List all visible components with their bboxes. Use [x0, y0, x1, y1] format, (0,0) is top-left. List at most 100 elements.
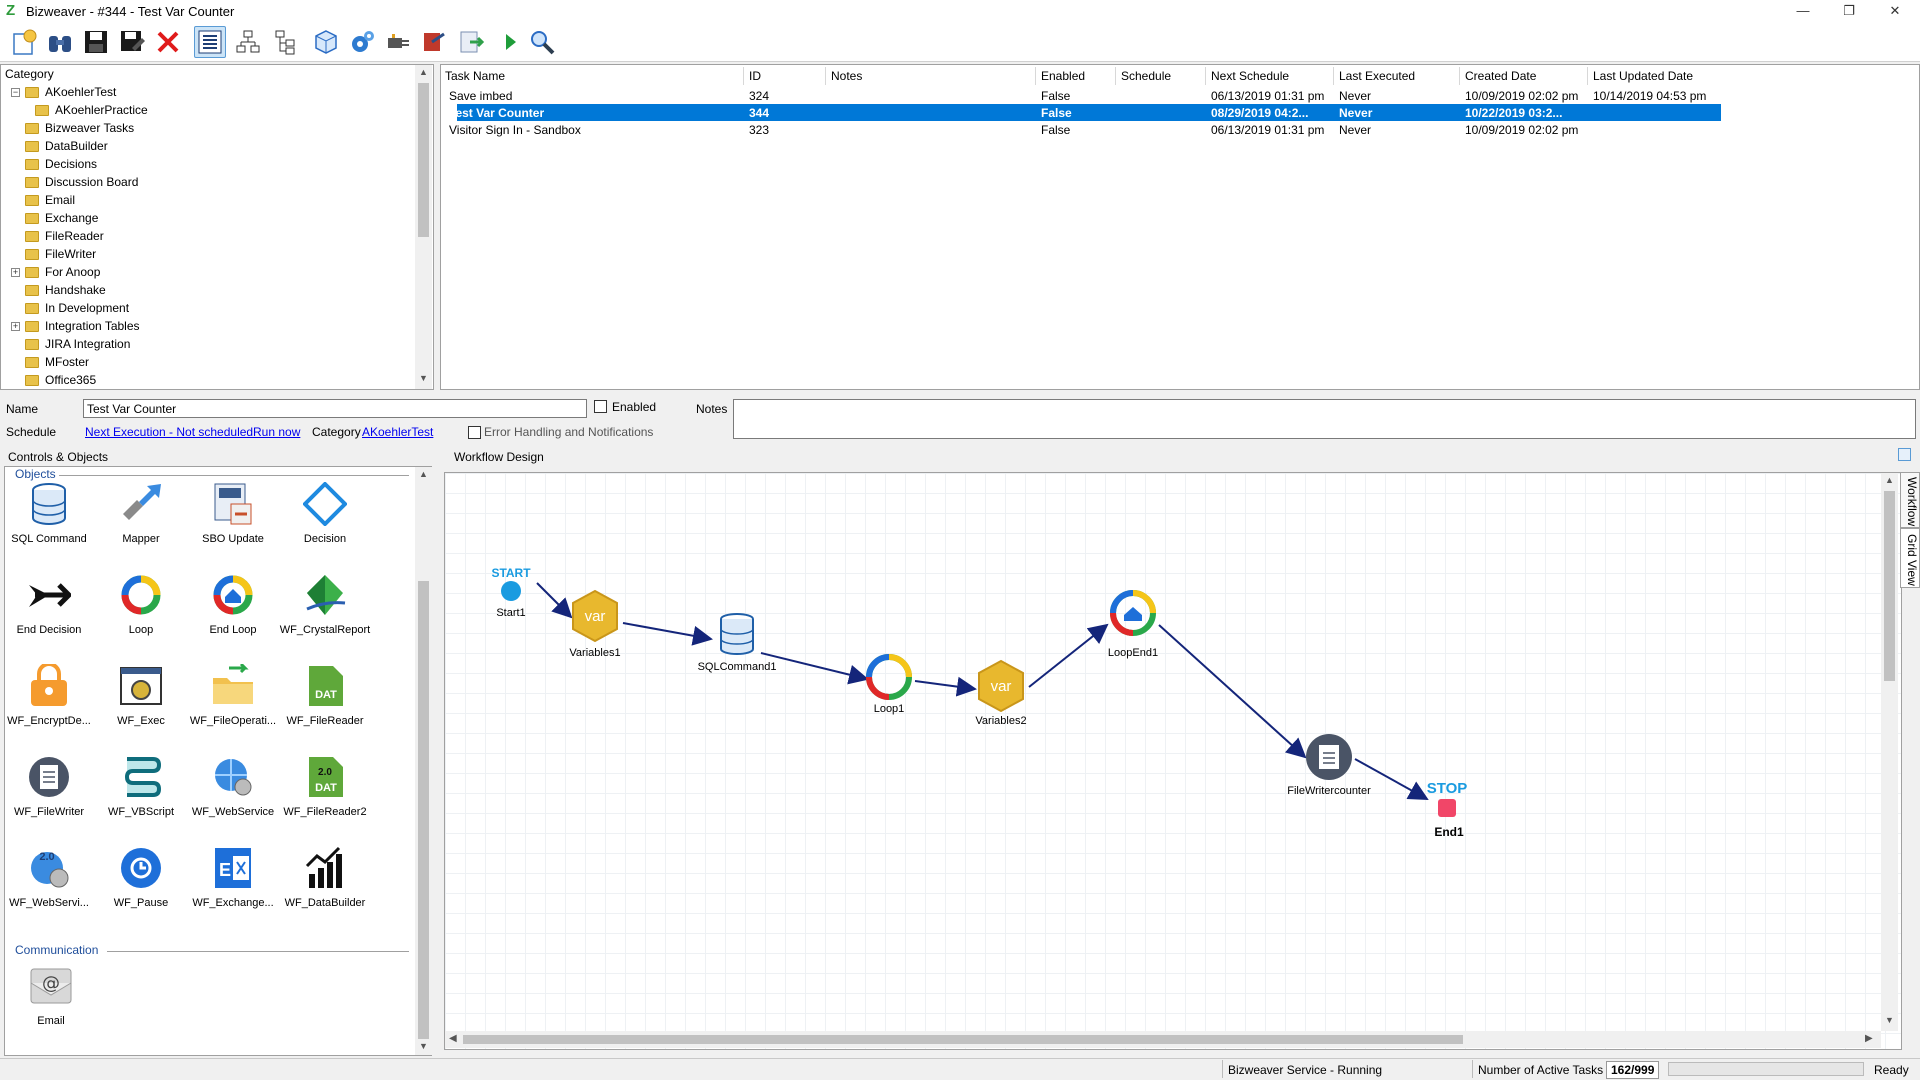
category-item[interactable]: In Development — [25, 299, 129, 317]
table-row[interactable]: Save imbed 324 False 06/13/2019 01:31 pm Nev… — [449, 87, 1920, 104]
restore-button[interactable]: ❐ — [1826, 0, 1872, 22]
settings-icon[interactable] — [346, 26, 378, 58]
web-service-tool[interactable]: WF_WebService — [185, 754, 281, 818]
category-link[interactable]: AKoehlerTest — [362, 425, 433, 439]
save-icon[interactable] — [80, 26, 112, 58]
tab-workflow[interactable]: Workflow — [1900, 472, 1920, 528]
web-service2-tool[interactable]: 2.0 WF_WebServi... — [1, 845, 97, 909]
category-item-label: AKoehlerTest — [45, 85, 117, 99]
column-header[interactable]: Next Schedule — [1211, 69, 1289, 83]
category-item[interactable]: For Anoop — [25, 263, 100, 281]
column-header[interactable]: Schedule — [1121, 69, 1171, 83]
notes-field[interactable] — [733, 399, 1916, 439]
find-icon[interactable] — [44, 26, 76, 58]
file-reader-tool[interactable]: DAT WF_FileReader — [277, 663, 373, 727]
encrypt-tool[interactable]: WF_EncryptDe... — [1, 663, 97, 727]
import-icon[interactable] — [418, 26, 450, 58]
tool-label: WF_Exec — [117, 715, 165, 727]
category-item[interactable]: AKoehlerTest — [25, 83, 116, 101]
tool-label: WF_FileReader2 — [283, 806, 367, 818]
column-header[interactable]: Created Date — [1465, 69, 1536, 83]
column-header[interactable]: ID — [749, 69, 761, 83]
decision-tool[interactable]: Decision — [277, 481, 373, 545]
schedule-label: Schedule — [6, 425, 57, 439]
expand-icon[interactable]: + — [11, 322, 20, 331]
enabled-checkbox[interactable] — [594, 400, 607, 413]
category-item[interactable]: DataBuilder — [25, 137, 108, 155]
error-handling-checkbox[interactable] — [468, 426, 481, 439]
new-workflow-icon[interactable] — [8, 26, 40, 58]
export-icon[interactable] — [456, 26, 488, 58]
email-icon: @ — [28, 963, 74, 1009]
ready-status: Ready — [1874, 1063, 1909, 1077]
databuilder-tool[interactable]: WF_DataBuilder — [277, 845, 373, 909]
encrypt-icon — [26, 663, 72, 709]
run-now-link[interactable]: Run now — [253, 425, 300, 439]
table-row[interactable]: Visitor Sign In - Sandbox 323 False 06/13/2… — [449, 121, 1920, 138]
category-item[interactable]: AKoehlerPractice — [35, 101, 148, 119]
close-button[interactable]: ✕ — [1872, 0, 1918, 22]
category-scrollbar[interactable]: ▲ ▼ — [415, 65, 432, 389]
category-item[interactable]: FileReader — [25, 227, 104, 245]
svg-text:@: @ — [42, 973, 60, 994]
email-tool[interactable]: @ Email — [3, 963, 99, 1027]
table-cell: 323 — [749, 123, 770, 137]
plugin-icon[interactable] — [382, 26, 414, 58]
objects-group-label: Objects — [15, 467, 56, 481]
name-field[interactable]: Test Var Counter — [83, 399, 587, 418]
category-item[interactable]: Decisions — [25, 155, 97, 173]
category-item[interactable]: Email — [25, 191, 75, 209]
canvas-vscrollbar[interactable]: ▲ ▼ — [1881, 473, 1898, 1031]
column-header[interactable]: Last Executed — [1339, 69, 1415, 83]
window-title: Bizweaver - #344 - Test Var Counter — [26, 4, 235, 19]
end-decision-tool[interactable]: End Decision — [1, 572, 97, 636]
column-header[interactable]: Enabled — [1041, 69, 1085, 83]
category-item[interactable]: Discussion Board — [25, 173, 138, 191]
panel-toggle-icon[interactable] — [1898, 448, 1911, 461]
tab-grid-view[interactable]: Grid View — [1900, 528, 1920, 588]
column-header[interactable]: Task Name — [445, 69, 505, 83]
controls-scrollbar[interactable]: ▲ ▼ — [415, 467, 432, 1055]
file-reader2-tool[interactable]: 2.0 DAT WF_FileReader2 — [277, 754, 373, 818]
column-header[interactable]: Notes — [831, 69, 862, 83]
database-tool[interactable]: SQL Command — [1, 481, 97, 545]
column-header[interactable]: Last Updated Date — [1593, 69, 1693, 83]
end-loop-tool[interactable]: End Loop — [185, 572, 281, 636]
loop-tool[interactable]: Loop — [93, 572, 189, 636]
crystal-report-tool[interactable]: WF_CrystalReport — [277, 572, 373, 636]
tool-label: End Loop — [209, 624, 257, 636]
category-item[interactable]: Handshake — [25, 281, 106, 299]
category-item-label: AKoehlerPractice — [55, 103, 148, 117]
delete-icon[interactable] — [152, 26, 184, 58]
run-icon[interactable] — [494, 26, 526, 58]
category-item[interactable]: Bizweaver Tasks — [25, 119, 134, 137]
workflow-view-icon[interactable] — [232, 26, 264, 58]
category-item[interactable]: Office365 — [25, 371, 96, 389]
list-view-icon[interactable] — [194, 26, 226, 58]
workflow-canvas[interactable]: START var var STOP Start1 Variables1 SQL… — [444, 472, 1902, 1050]
tool-label: SBO Update — [202, 533, 264, 545]
cube-icon[interactable] — [310, 26, 342, 58]
table-row[interactable]: Test Var Counter 344 False 08/29/2019 04:2.… — [449, 104, 1721, 121]
vbscript-tool[interactable]: WF_VBScript — [93, 754, 189, 818]
file-writer-tool[interactable]: WF_FileWriter — [1, 754, 97, 818]
search-icon[interactable] — [526, 26, 558, 58]
pause-tool[interactable]: WF_Pause — [93, 845, 189, 909]
mapper-tool[interactable]: Mapper — [93, 481, 189, 545]
save-as-icon[interactable] — [116, 26, 148, 58]
collapse-icon[interactable]: − — [11, 88, 20, 97]
exec-tool[interactable]: WF_Exec — [93, 663, 189, 727]
canvas-hscrollbar[interactable]: ◀ ▶ — [445, 1031, 1881, 1048]
tree-view-icon[interactable] — [270, 26, 302, 58]
minimize-button[interactable]: — — [1780, 0, 1826, 22]
file-operations-tool[interactable]: WF_FileOperati... — [185, 663, 281, 727]
category-item[interactable]: Integration Tables — [25, 317, 140, 335]
exchange-tool[interactable]: E WF_Exchange... — [185, 845, 281, 909]
expand-icon[interactable]: + — [11, 268, 20, 277]
category-item[interactable]: FileWriter — [25, 245, 96, 263]
category-item[interactable]: JIRA Integration — [25, 335, 130, 353]
next-execution-link[interactable]: Next Execution - Not scheduled — [85, 425, 253, 439]
category-item[interactable]: Exchange — [25, 209, 98, 227]
category-item[interactable]: MFoster — [25, 353, 89, 371]
sbo-update-tool[interactable]: SBO Update — [185, 481, 281, 545]
